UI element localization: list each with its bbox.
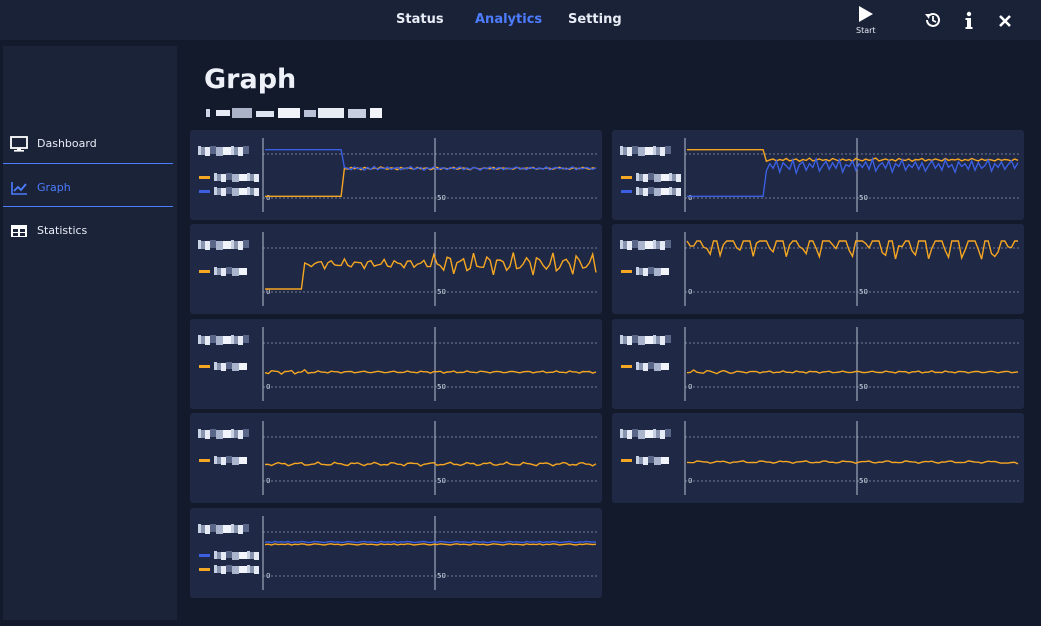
legend-swatch xyxy=(199,176,210,179)
play-icon xyxy=(859,6,873,22)
table-icon xyxy=(10,223,28,243)
graph-plot: 0 50 xyxy=(620,327,1020,401)
info-button[interactable] xyxy=(964,11,974,34)
monitor-icon xyxy=(10,136,28,156)
sidebar-item-dashboard[interactable]: Dashboard xyxy=(3,124,173,166)
series-line xyxy=(265,166,597,197)
legend-swatch xyxy=(621,365,632,368)
graph-panel: 0 50 xyxy=(612,413,1024,503)
tab-analytics[interactable]: Analytics xyxy=(475,12,542,27)
legend-swatch xyxy=(621,459,632,462)
graph-panel: 0 50 xyxy=(190,319,602,409)
x-tick-label: 0 xyxy=(688,477,692,485)
tab-setting[interactable]: Setting xyxy=(568,12,622,27)
series-line xyxy=(265,149,597,172)
legend-swatch xyxy=(199,459,210,462)
graph-plot: 0 50 xyxy=(198,421,598,495)
series-line xyxy=(264,368,597,375)
page-title: Graph xyxy=(204,64,297,95)
series-line xyxy=(686,369,1019,375)
legend-swatch xyxy=(621,270,632,273)
legend-swatch xyxy=(199,554,210,557)
history-button[interactable] xyxy=(924,11,942,33)
x-tick-label: 0 xyxy=(688,383,692,391)
x-tick-label: 0 xyxy=(266,572,270,580)
graph-plot: 0 50 xyxy=(198,516,598,590)
sidebar-item-label: Graph xyxy=(37,181,71,194)
graph-panel: 0 50 xyxy=(190,130,602,220)
legend-swatch xyxy=(199,270,210,273)
tab-status[interactable]: Status xyxy=(396,12,444,27)
x-tick-label: 50 xyxy=(437,572,446,580)
line-chart-icon xyxy=(10,180,28,200)
x-tick-label: 50 xyxy=(437,194,446,202)
start-button[interactable] xyxy=(857,5,874,27)
sidebar-item-statistics[interactable]: Statistics xyxy=(3,211,173,253)
legend-swatch xyxy=(621,190,632,193)
sidebar-item-graph[interactable]: Graph xyxy=(3,168,173,210)
series-line xyxy=(264,540,597,544)
x-tick-label: 0 xyxy=(688,288,692,296)
graph-plot: 0 50 xyxy=(198,232,598,306)
series-line xyxy=(265,251,597,290)
info-icon xyxy=(965,11,973,29)
graph-panel: 0 50 xyxy=(190,224,602,314)
graph-plot: 0 50 xyxy=(620,421,1020,495)
graph-plot: 0 50 xyxy=(198,138,598,212)
legend-swatch xyxy=(199,365,210,368)
series-line xyxy=(686,240,1018,261)
series-line xyxy=(264,543,597,546)
series-line xyxy=(264,461,597,467)
legend-swatch xyxy=(199,568,210,571)
sidebar-item-label: Statistics xyxy=(37,224,88,237)
graph-plot: 0 50 xyxy=(620,138,1020,212)
x-tick-label: 50 xyxy=(859,477,868,485)
x-tick-label: 0 xyxy=(266,383,270,391)
legend-swatch xyxy=(199,190,210,193)
graph-panel: 0 50 xyxy=(612,130,1024,220)
x-tick-label: 0 xyxy=(688,194,692,202)
legend-swatch xyxy=(621,176,632,179)
history-icon xyxy=(925,12,940,27)
x-tick-label: 50 xyxy=(859,288,868,296)
graph-plot: 0 50 xyxy=(620,232,1020,306)
sidebar: Dashboard Graph Statistics xyxy=(3,46,177,620)
x-tick-label: 50 xyxy=(437,477,446,485)
x-tick-label: 50 xyxy=(437,383,446,391)
close-icon xyxy=(999,15,1011,27)
x-tick-label: 50 xyxy=(859,194,868,202)
graph-panel: 0 50 xyxy=(612,319,1024,409)
redacted-subtitle xyxy=(206,108,382,118)
series-line xyxy=(687,156,1019,197)
sidebar-item-label: Dashboard xyxy=(37,137,97,150)
series-line xyxy=(686,460,1019,465)
graph-panel: 0 50 xyxy=(190,508,602,598)
divider xyxy=(3,163,173,164)
graph-panel: 0 50 xyxy=(190,413,602,503)
close-button[interactable] xyxy=(998,13,1012,32)
x-tick-label: 50 xyxy=(859,383,868,391)
x-tick-label: 0 xyxy=(266,194,270,202)
graph-panel: 0 50 xyxy=(612,224,1024,314)
x-tick-label: 0 xyxy=(266,477,270,485)
x-tick-label: 50 xyxy=(437,288,446,296)
graph-plot: 0 50 xyxy=(198,327,598,401)
top-bar: Status Analytics Setting Start xyxy=(0,0,1041,40)
divider xyxy=(3,206,173,207)
start-label: Start xyxy=(856,26,876,35)
